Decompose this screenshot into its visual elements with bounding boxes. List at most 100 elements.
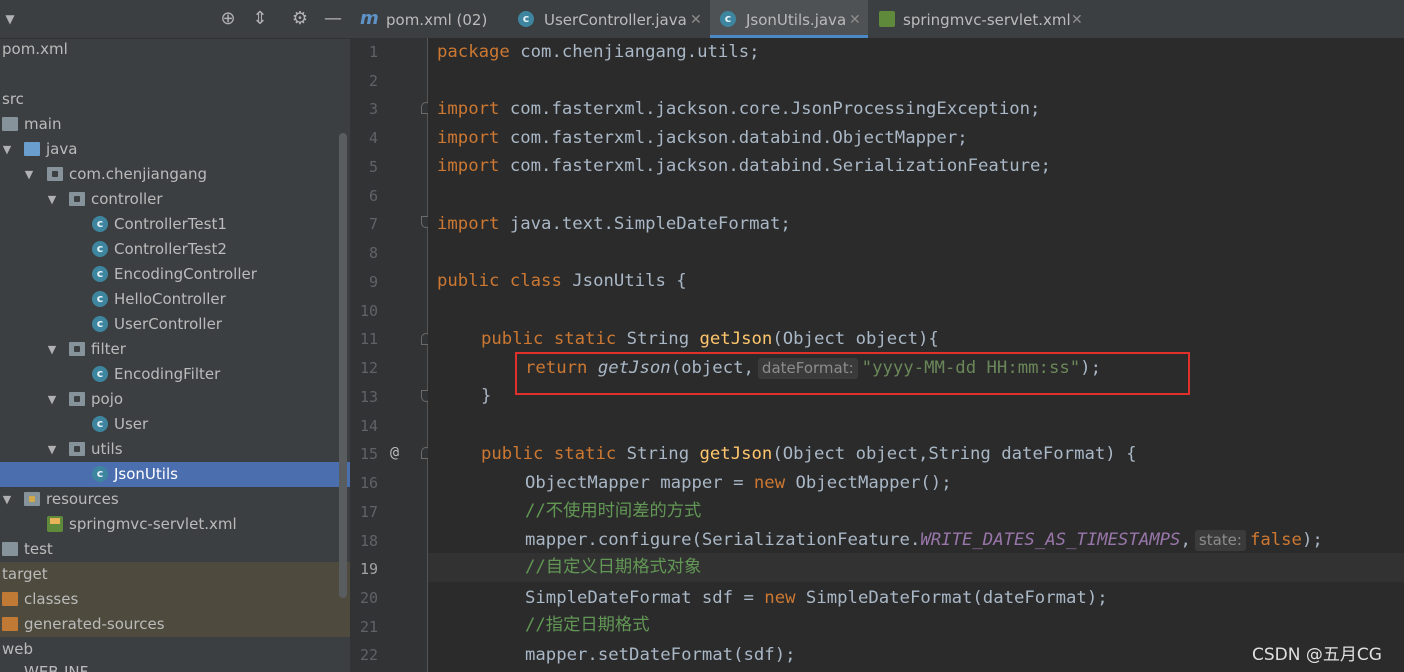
code-line: ObjectMapper mapper = new ObjectMapper()… — [525, 473, 952, 493]
expand-arrow-icon[interactable]: ▼ — [0, 487, 14, 512]
tree-item-label: pojo — [91, 390, 124, 408]
line-number: 8 — [368, 244, 378, 262]
tab-label: springmvc-servlet.xml — [903, 11, 1071, 29]
overload-marker-icon[interactable]: @ — [390, 443, 399, 461]
tree-item-springmvc-servlet-xml[interactable]: springmvc-servlet.xml — [0, 512, 350, 537]
tree-item-label: test — [24, 540, 53, 558]
tree-item-test[interactable]: test — [0, 537, 350, 562]
line-number: 16 — [359, 474, 378, 492]
source-folder-icon — [24, 142, 40, 156]
code-line: } — [481, 386, 492, 406]
tree-item-filter[interactable]: ▼ filter — [0, 337, 350, 362]
tree-item-label: ControllerTest1 — [114, 215, 227, 233]
tree-item-controller[interactable]: ▼ controller — [0, 187, 350, 212]
code-line: import com.fasterxml.jackson.databind.Se… — [437, 156, 1051, 176]
code-line: mapper.configure(SerializationFeature.WR… — [525, 530, 1323, 551]
tree-item-label: filter — [91, 340, 126, 358]
close-icon[interactable]: ✕ — [849, 0, 861, 40]
tree-item-label: User — [114, 415, 149, 433]
editor-gutter: 1 2 3 4 5 6 7 8 9 10 11 12 13 14 15 16 1… — [350, 38, 457, 672]
class-icon: c — [92, 291, 108, 307]
line-number-current: 19 — [359, 560, 378, 578]
expand-arrow-icon[interactable]: ▼ — [45, 337, 59, 362]
code-comment: //自定义日期格式对象 — [525, 557, 702, 577]
line-number: 7 — [368, 215, 378, 233]
code-line: package com.chenjiangang.utils; — [437, 42, 760, 62]
locate-target-icon[interactable]: ⊕ — [218, 9, 238, 29]
tree-item-web-inf[interactable]: WEB-INF — [0, 660, 350, 672]
folder-icon — [2, 117, 18, 131]
collapse-all-icon[interactable]: ⇕ — [250, 9, 270, 29]
close-icon[interactable]: ✕ — [1071, 0, 1083, 40]
tree-item-label: generated-sources — [24, 615, 165, 633]
line-number: 2 — [368, 72, 378, 90]
tab-label: pom.xml (02) — [386, 11, 488, 29]
code-line: import com.fasterxml.jackson.core.JsonPr… — [437, 99, 1041, 119]
tree-item-target[interactable]: target — [0, 562, 350, 587]
tab-jsonutils-java[interactable]: c JsonUtils.java ✕ — [710, 0, 868, 38]
code-line: import com.fasterxml.jackson.databind.Ob… — [437, 128, 968, 148]
tree-item-web[interactable]: web — [0, 637, 350, 662]
class-icon: c — [92, 241, 108, 257]
line-number: 20 — [359, 589, 378, 607]
highlight-annotation-box — [515, 352, 1190, 395]
dropdown-arrow-icon[interactable]: ▼ — [0, 9, 20, 29]
class-icon: c — [92, 466, 108, 482]
tree-item-label: EncodingFilter — [114, 365, 221, 383]
line-number: 12 — [359, 359, 378, 377]
tree-item-label: EncodingController — [114, 265, 257, 283]
tree-item-pom-xml[interactable]: pom.xml — [0, 37, 350, 62]
tree-item-generated-sources[interactable]: generated-sources — [0, 612, 350, 637]
tree-item-label: src — [2, 90, 24, 108]
line-number: 21 — [359, 618, 378, 636]
line-number: 3 — [368, 100, 378, 118]
expand-arrow-icon[interactable]: ▼ — [45, 437, 59, 462]
tree-item-user[interactable]: c User — [0, 412, 350, 437]
tab-pom-xml[interactable]: m pom.xml (02) — [350, 0, 505, 38]
tree-item-label: pom.xml — [2, 40, 68, 58]
tree-item-label: utils — [91, 440, 123, 458]
tree-item-encodingfilter[interactable]: c EncodingFilter — [0, 362, 350, 387]
tree-item-jsonutils[interactable]: c JsonUtils — [0, 462, 350, 487]
project-scrollbar[interactable] — [339, 133, 347, 598]
expand-arrow-icon[interactable]: ▼ — [22, 162, 36, 187]
line-number: 11 — [359, 330, 378, 348]
tree-item-encodingcontroller[interactable]: c EncodingController — [0, 262, 350, 287]
class-icon: c — [92, 266, 108, 282]
tree-item-label: com.chenjiangang — [69, 165, 208, 183]
tree-item-hellocontroller[interactable]: c HelloController — [0, 287, 350, 312]
project-toolbar: ▼ ⊕ ⇕ ⚙ — — [0, 0, 350, 39]
code-line: import java.text.SimpleDateFormat; — [437, 214, 791, 234]
tree-item-controllertest2[interactable]: c ControllerTest2 — [0, 237, 350, 262]
tree-item-src[interactable]: src — [0, 87, 350, 112]
line-number: 15 — [359, 445, 378, 463]
tree-item-classes[interactable]: classes — [0, 587, 350, 612]
expand-arrow-icon[interactable]: ▼ — [45, 187, 59, 212]
tree-item-pojo[interactable]: ▼ pojo — [0, 387, 350, 412]
line-number: 17 — [359, 503, 378, 521]
folder-icon — [2, 542, 18, 556]
class-icon: c — [92, 366, 108, 382]
tree-item-java[interactable]: ▼ java — [0, 137, 350, 162]
tree-item-label: UserController — [114, 315, 222, 333]
tree-item-resources[interactable]: ▼ resources — [0, 487, 350, 512]
gear-icon[interactable]: ⚙ — [290, 9, 310, 29]
class-icon: c — [518, 11, 534, 27]
close-icon[interactable]: ✕ — [690, 0, 702, 40]
tab-usercontroller-java[interactable]: c UserController.java ✕ — [508, 0, 706, 38]
excluded-folder-icon — [2, 592, 18, 606]
tree-item-package-root[interactable]: ▼ com.chenjiangang — [0, 162, 350, 187]
package-icon — [47, 167, 63, 181]
expand-arrow-icon[interactable]: ▼ — [45, 387, 59, 412]
tree-item-controllertest1[interactable]: c ControllerTest1 — [0, 212, 350, 237]
tab-springmvc-servlet-xml[interactable]: springmvc-servlet.xml ✕ — [871, 0, 1093, 38]
resources-folder-icon — [24, 492, 40, 506]
tree-item-usercontroller[interactable]: c UserController — [0, 312, 350, 337]
tree-item-utils[interactable]: ▼ utils — [0, 437, 350, 462]
expand-arrow-icon[interactable]: ▼ — [0, 137, 14, 162]
minimize-icon[interactable]: — — [323, 9, 343, 29]
maven-m-icon: m — [360, 8, 379, 29]
tree-item-main[interactable]: main — [0, 112, 350, 137]
class-icon: c — [92, 416, 108, 432]
code-comment: //指定日期格式 — [525, 615, 650, 635]
